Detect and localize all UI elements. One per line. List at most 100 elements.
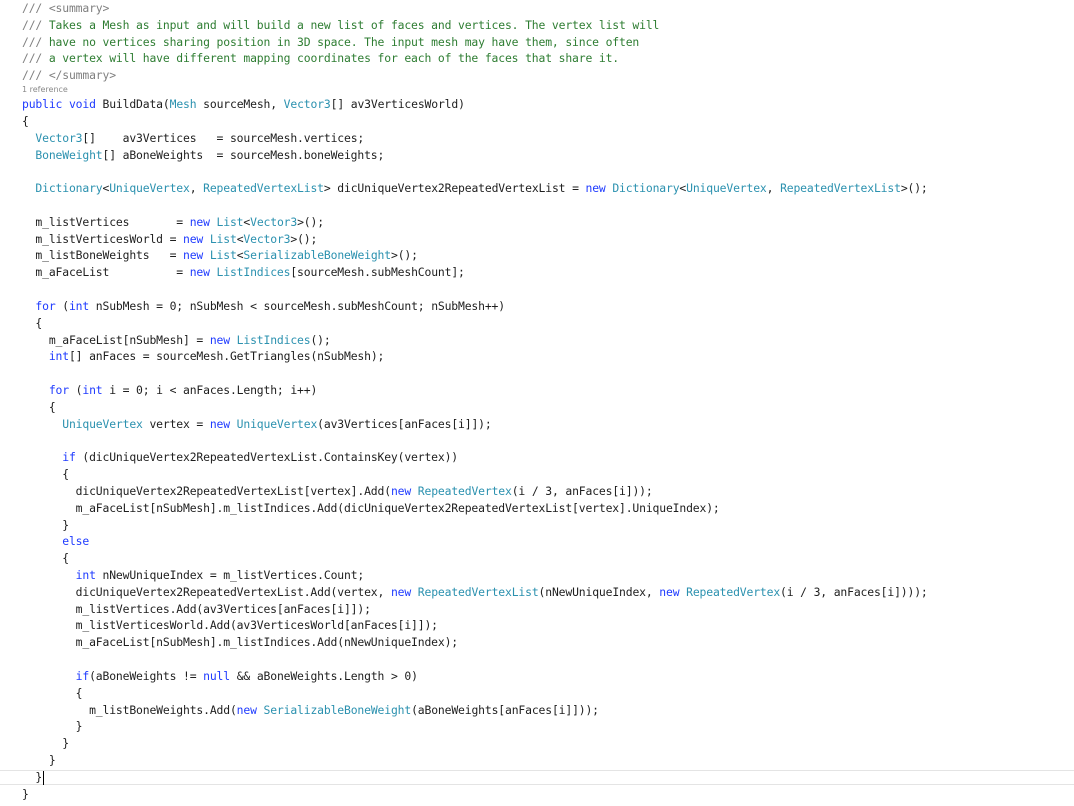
code-line[interactable]: } [22,735,69,751]
code-token: [sourceMesh.subMeshCount]; [290,265,465,280]
code-line[interactable]: } [22,769,42,785]
code-line[interactable]: m_listVerticesWorld = new List<Vector3>(… [22,231,317,247]
code-line[interactable]: Vector3[] av3Vertices = sourceMesh.verti… [22,130,364,146]
code-line[interactable]: { [22,113,29,129]
code-line[interactable]: /// a vertex will have different mapping… [22,50,619,66]
code-token: nSubMesh = 0; nSubMesh < sourceMesh.subM… [89,298,505,313]
code-line[interactable]: if (dicUniqueVertex2RepeatedVertexList.C… [22,449,458,465]
code-token: >(); [290,231,318,246]
code-line[interactable]: int nNewUniqueIndex = m_listVertices.Cou… [22,567,365,583]
code-line[interactable]: m_listVerticesWorld.Add(av3VerticesWorld… [22,617,438,633]
code-token: vertex = [142,416,210,431]
code-line[interactable]: m_listVertices = new List<Vector3>(); [22,214,324,230]
code-line[interactable]: dicUniqueVertex2RepeatedVertexList[verte… [22,483,653,499]
code-line[interactable]: if(aBoneWeights != null && aBoneWeights.… [22,668,418,684]
code-token: { [22,467,69,481]
code-token: List [209,231,237,246]
code-line[interactable]: { [22,399,56,415]
code-token: m_aFaceList[nSubMesh].m_listIndices.Add(… [22,635,459,650]
code-token: Vector3 [250,214,298,229]
code-token: <summary> [48,1,110,15]
code-token: >(); [390,248,418,263]
code-token: ( [68,382,83,397]
code-line[interactable]: /// <summary> [22,0,109,16]
code-token: m_listBoneWeights = [22,248,183,263]
code-token: (av3Vertices[anFaces[i]]); [317,416,492,431]
code-line[interactable]: dicUniqueVertex2RepeatedVertexList.Add(v… [22,584,928,600]
code-token: if [62,450,76,465]
code-editor[interactable]: 1 reference /// <summary>/// Takes a Mes… [0,0,1074,806]
code-token: RepeatedVertex [417,483,512,498]
code-token: m_aFaceList[nSubMesh] = [22,332,210,347]
code-line[interactable]: } [22,752,56,768]
current-line-highlight [0,770,1074,785]
code-line[interactable]: { [22,466,69,482]
code-token: dicUniqueVertex2RepeatedVertexList[verte… [22,483,391,498]
code-token: Vector3 [35,130,83,145]
code-line[interactable]: for (int i = 0; i < anFaces.Length; i++) [22,382,317,398]
code-line[interactable]: for (int nSubMesh = 0; nSubMesh < source… [22,298,505,314]
code-token: int [68,298,90,313]
code-line[interactable]: BoneWeight[] aBoneWeights = sourceMesh.b… [22,147,384,163]
code-token: } [22,719,83,734]
code-token: new [183,231,204,246]
code-line[interactable]: } [22,786,29,802]
code-token: , [189,181,204,196]
code-token: Takes a Mesh as input and will build a n… [48,17,660,32]
code-token: >(); [900,181,928,196]
code-token: dicUniqueVertex2RepeatedVertexList.Add(v… [22,584,391,599]
code-token: m_listVertices.Add(av3Vertices[anFaces[i… [22,601,371,616]
code-token: [] aBoneWeights = sourceMesh.boneWeights… [102,147,385,162]
code-line[interactable]: int[] anFaces = sourceMesh.GetTriangles(… [22,348,385,364]
code-token: RepeatedVertexList [780,181,901,196]
code-line[interactable]: m_listBoneWeights.Add(new SerializableBo… [22,702,599,718]
code-token: new [183,248,204,263]
code-token: ( [55,298,69,313]
code-token: int [48,349,69,364]
code-token: m_listVerticesWorld = [22,231,183,246]
code-line[interactable]: /// have no vertices sharing position in… [22,34,639,50]
code-token: null [203,668,230,683]
code-token: { [22,551,69,566]
code-line[interactable]: m_listBoneWeights = new List<Serializabl… [22,247,418,263]
code-line[interactable]: /// </summary> [22,67,116,83]
code-line[interactable]: { [22,550,69,566]
text-caret [43,771,44,785]
code-line[interactable]: m_aFaceList[nSubMesh].m_listIndices.Add(… [22,500,720,516]
code-token: BoneWeight [35,147,103,162]
code-token: new [189,265,210,280]
code-line[interactable]: public void BuildData(Mesh sourceMesh, V… [22,96,465,112]
code-token: (); [310,332,331,347]
code-token: { [22,685,83,700]
code-line[interactable]: } [22,718,83,734]
code-line[interactable]: { [22,685,83,701]
code-token: (i / 3, anFaces[i])); [511,483,653,498]
code-line[interactable]: } [22,517,69,533]
code-line[interactable]: UniqueVertex vertex = new UniqueVertex(a… [22,416,492,432]
code-token: RepeatedVertex [686,584,781,599]
code-token: public [22,97,63,111]
code-token: (nNewUniqueIndex, [538,584,660,599]
code-token: } [22,769,43,784]
code-token: have no vertices sharing position in 3D … [48,34,640,49]
code-token: } [22,517,69,532]
code-line[interactable]: m_aFaceList[nSubMesh] = new ListIndices(… [22,332,331,348]
code-token: Dictionary [612,181,680,196]
code-line[interactable]: /// Takes a Mesh as input and will build… [22,17,659,33]
code-line[interactable]: m_aFaceList[nSubMesh].m_listIndices.Add(… [22,634,459,650]
code-token: int [82,382,103,397]
code-token: new [209,332,230,347]
code-line[interactable]: { [22,315,42,331]
code-line[interactable]: m_listVertices.Add(av3Vertices[anFaces[i… [22,601,371,617]
code-token: m_listBoneWeights.Add( [22,702,237,717]
code-token: m_aFaceList = [22,265,190,280]
code-line[interactable]: Dictionary<UniqueVertex, RepeatedVertexL… [22,180,928,196]
codelens-references-link[interactable]: 1 reference [22,85,68,95]
code-line[interactable]: m_aFaceList = new ListIndices[sourceMesh… [22,264,465,280]
code-line[interactable]: else [22,533,89,549]
